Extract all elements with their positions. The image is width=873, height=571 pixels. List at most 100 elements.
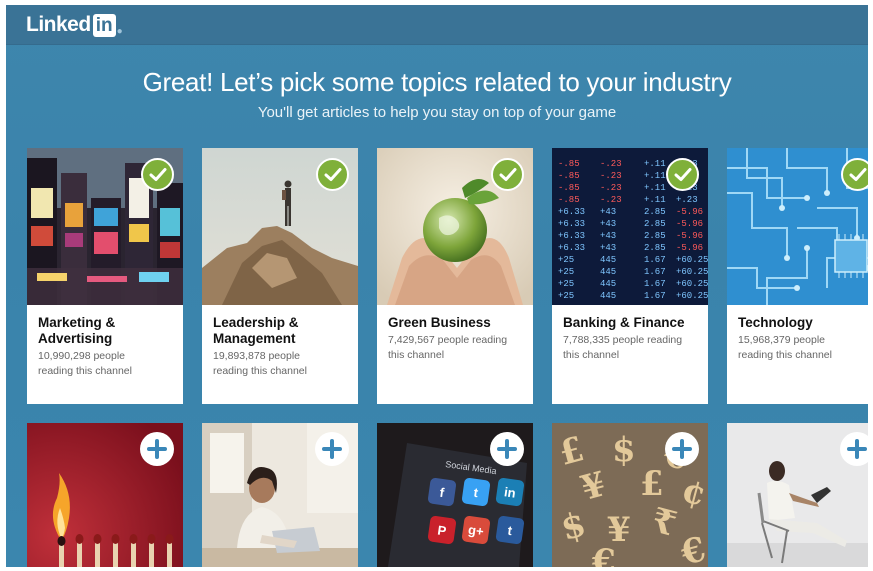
logo-registered-icon: ● [116,25,123,37]
ticker-value: +43 [600,243,616,253]
ticker-value: +25 [558,291,574,301]
ticker-value: -5.96 [676,219,703,229]
topic-reader-count: 19,893,878 people reading this channel [213,349,353,379]
selected-check-icon[interactable] [316,158,349,191]
ticker-value: 445 [600,279,616,289]
add-topic-plus-icon[interactable] [840,432,868,466]
ticker-value: +60.25 [676,279,708,289]
social-app-tile: in [495,477,525,507]
social-app-tile: t [461,477,491,507]
topic-title-line: Banking & Finance [563,315,685,330]
selected-check-icon[interactable] [666,158,699,191]
ticker-value: +25 [558,267,574,277]
selected-check-icon[interactable] [141,158,174,191]
page-subtitle: You'll get articles to help you stay on … [257,104,617,121]
add-topic-plus-icon[interactable] [315,432,349,466]
topic-card-green-business[interactable]: Green Business 7,429,567 people reading … [377,148,533,404]
reader-label: reading this channel [38,365,132,377]
ticker-value: -.23 [600,183,622,193]
social-app-tile: g+ [461,515,491,545]
topic-card-marketing[interactable]: Marketing & Advertising 10,990,298 peopl… [27,148,183,404]
svg-text:g+: g+ [467,522,485,539]
topic-title-line: Advertising [38,331,113,346]
ticker-value: +25 [558,279,574,289]
ticker-value: -.23 [600,195,622,205]
topic-title: Leadership & Management [213,315,353,347]
ticker-value: -.23 [600,171,622,181]
ticker-value: -.85 [558,171,580,181]
top-bar: Linked in ● [6,5,868,45]
currency-symbol: $ [612,430,636,470]
ticker-value: 1.67 [644,291,666,301]
ticker-value: 2.85 [644,243,666,253]
logo-text: Linked [26,13,91,36]
social-app-tile: t [495,515,525,545]
ticker-value: -.23 [600,159,622,169]
linkedin-logo[interactable]: Linked in ● [26,12,123,38]
reader-count: 7,429,567 people reading [388,334,508,346]
ticker-value: +.11 [644,183,666,193]
ticker-value: +43 [600,219,616,229]
reader-label: this channel [563,349,620,361]
topic-title: Banking & Finance [563,315,703,331]
reader-count: 10,990,298 people [38,350,125,362]
ticker-value: 1.67 [644,255,666,265]
ticker-value: +.11 [644,171,666,181]
currency-symbol: £ [640,464,664,504]
topic-reader-count: 7,788,335 people reading this channel [563,333,703,363]
topic-reader-count: 15,968,379 people reading this channel [738,333,868,363]
ticker-value: +6.33 [558,231,585,241]
logo-in-badge: in [92,13,116,37]
topic-card-currency[interactable]: £$€¥£¢$¥₹€€ [552,423,708,567]
ticker-value: -.85 [558,195,580,205]
topic-title-line: Green Business [388,315,491,330]
topic-title-line: Technology [738,315,813,330]
topic-title: Technology [738,315,868,331]
ticker-value: 2.85 [644,231,666,241]
selected-check-icon[interactable] [491,158,524,191]
social-app-tile: f [427,477,457,507]
ticker-value: -.85 [558,183,580,193]
reader-count: 15,968,379 people [738,334,825,346]
ticker-value: +43 [600,231,616,241]
ticker-value: 1.67 [644,267,666,277]
topic-card-matches[interactable] [27,423,183,567]
topic-card-banking-finance[interactable]: -.85 -.85 -.85 -.85 -.23 -.23 -.23 -.23 +.11 +.11… [552,148,708,404]
topic-reader-count: 10,990,298 people reading this channel [38,349,178,379]
topic-card-technology[interactable]: Technology 15,968,379 people reading thi… [727,148,868,404]
reader-label: reading this channel [738,349,832,361]
ticker-value: +43 [600,207,616,217]
add-topic-plus-icon[interactable] [140,432,174,466]
svg-text:in: in [503,484,517,500]
ticker-value: +25 [558,255,574,265]
ticker-value: +6.33 [558,219,585,229]
topic-card-working-woman[interactable] [202,423,358,567]
ticker-value: +60.25 [676,291,708,301]
add-topic-plus-icon[interactable] [490,432,524,466]
ticker-value: 445 [600,255,616,265]
reader-count: 19,893,878 people [213,350,300,362]
topic-title-line: Marketing & [38,315,116,330]
topic-title: Marketing & Advertising [38,315,178,347]
ticker-value: 445 [600,291,616,301]
ticker-value: +60.25 [676,267,708,277]
topic-title-line: Management [213,331,296,346]
ticker-value: 2.85 [644,207,666,217]
social-app-tile: P [427,515,457,545]
topic-title-line: Leadership & [213,315,299,330]
ticker-value: -5.96 [676,231,703,241]
topic-card-leadership[interactable]: Leadership & Management 19,893,878 peopl… [202,148,358,404]
ticker-value: 445 [600,267,616,277]
selected-check-icon[interactable] [841,158,868,191]
topic-card-remote-work[interactable] [727,423,868,567]
reader-count: 7,788,335 people reading [563,334,683,346]
topic-card-social-media[interactable]: Social Media f t in Pg+ t [377,423,533,567]
ticker-value: +60.25 [676,255,708,265]
currency-symbol: € [591,542,616,567]
ticker-value: +.11 [644,195,666,205]
add-topic-plus-icon[interactable] [665,432,699,466]
topic-title: Green Business [388,315,528,331]
reader-label: reading this channel [213,365,307,377]
reader-label: this channel [388,349,445,361]
ticker-value: +.23 [676,195,698,205]
